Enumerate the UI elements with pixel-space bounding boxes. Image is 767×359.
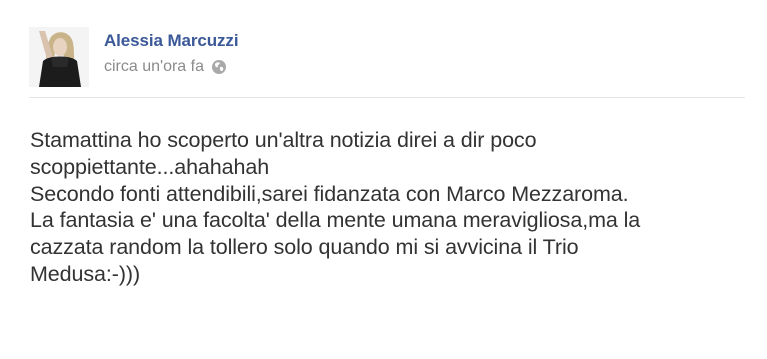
divider — [29, 97, 745, 98]
message-line: Stamattina ho scoperto un'altra notizia … — [30, 128, 537, 152]
profile-photo — [29, 27, 89, 87]
message-line: Secondo fonti attendibili,sarei fidanzat… — [30, 181, 629, 206]
timestamp[interactable]: circa un'ora fa — [104, 58, 204, 76]
post-meta: circa un'ora fa — [104, 58, 227, 76]
message-line: scoppiettante...ahahahah — [30, 154, 270, 179]
post-message: Stamattina ho scoperto un'altra notizia … — [30, 127, 750, 288]
message-line: La fantasia e' una facolta' della mente … — [30, 208, 641, 233]
globe-icon[interactable] — [211, 59, 227, 75]
message-line: Medusa:-))) — [30, 261, 141, 286]
facebook-post: Alessia Marcuzzi circa un'ora fa Stamatt… — [0, 0, 767, 359]
message-line: cazzata random la tollero solo quando mi… — [30, 235, 579, 260]
avatar[interactable] — [29, 27, 89, 87]
author-name[interactable]: Alessia Marcuzzi — [104, 31, 239, 51]
